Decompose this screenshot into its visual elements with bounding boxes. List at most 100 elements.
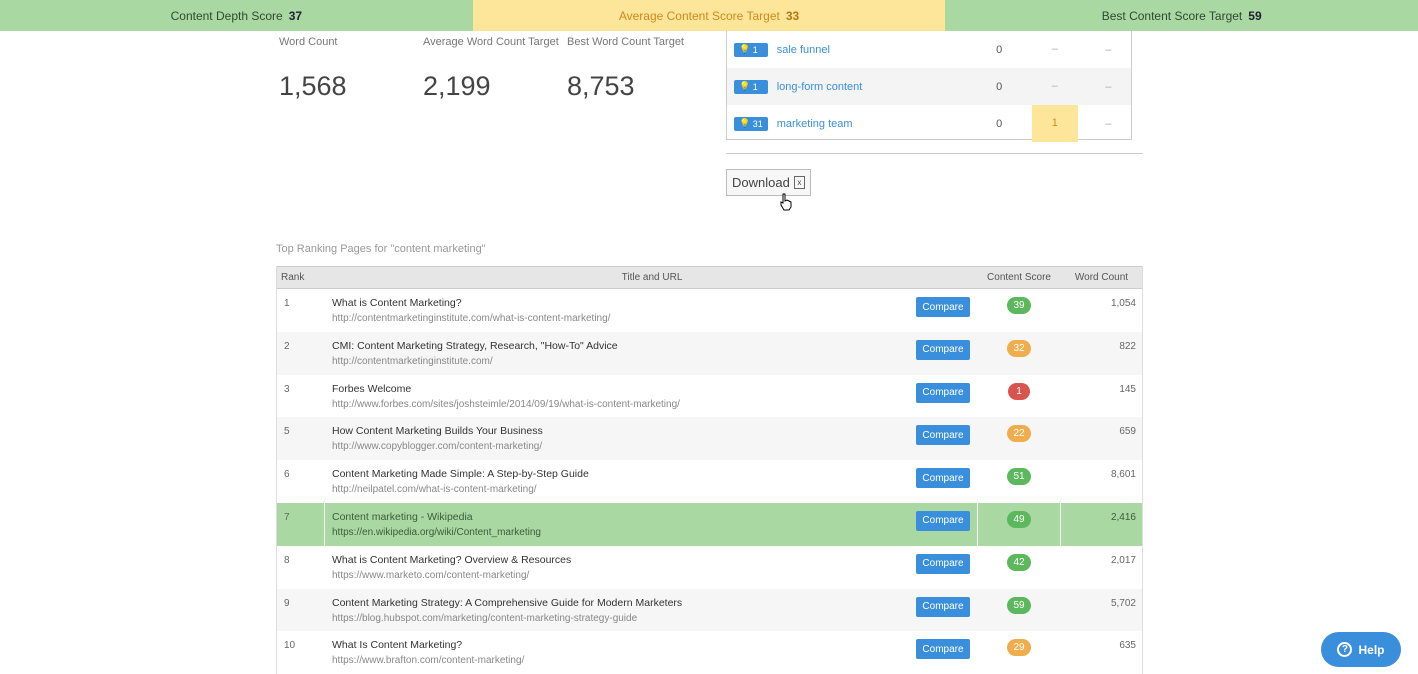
keyword-average: 1 <box>1032 105 1078 142</box>
word-count-cell: 8,601 <box>1110 469 1136 481</box>
keyword-link[interactable]: sale funnel <box>777 44 987 56</box>
content-score-cell: 51 <box>978 460 1061 503</box>
best-content-score-target: Best Content Score Target 59 <box>945 0 1418 31</box>
keyword-best: – <box>1105 80 1112 93</box>
help-button[interactable]: ? Help <box>1321 632 1401 667</box>
compare-button[interactable]: Compare <box>916 297 970 317</box>
page-url[interactable]: https://www.brafton.com/content-marketin… <box>332 655 911 666</box>
keyword-row: 💡 1 sale funnel 0 – – <box>727 31 1131 68</box>
page-url[interactable]: https://www.marketo.com/content-marketin… <box>332 570 911 581</box>
compare-button[interactable]: Compare <box>916 339 970 360</box>
title-header: Title and URL <box>621 272 683 283</box>
page-title: Forbes Welcome <box>332 382 412 395</box>
best-target-label: Best Content Score Target <box>1101 8 1243 23</box>
badge-value: 1 <box>752 81 758 92</box>
content-score-badge: 42 <box>1007 553 1031 571</box>
compare-cell: Compare <box>911 631 978 674</box>
compare-button[interactable]: Compare <box>916 553 970 574</box>
keyword-average: – <box>1051 43 1058 55</box>
rank-cell: 8 <box>284 554 290 566</box>
word-count-cell: 145 <box>1119 383 1136 395</box>
compare-cell: Compare <box>911 332 978 375</box>
stat-value: 2,199 <box>423 71 491 101</box>
word-count-cell: 2,416 <box>1110 511 1136 523</box>
keyword-link[interactable]: marketing team <box>777 118 987 130</box>
table-row: 9 Content Marketing Strategy: A Comprehen… <box>277 588 1142 632</box>
divider <box>726 153 1143 154</box>
content-score-cell: 1 <box>978 375 1061 418</box>
page-title: How Content Marketing Builds Your Busine… <box>332 425 543 438</box>
average-content-score-target: Average Content Score Target 33 <box>472 0 946 31</box>
content-score-badge: 51 <box>1007 468 1031 486</box>
page-title: Content Marketing Strategy: A Comprehens… <box>332 596 683 609</box>
title-cell: CMI: Content Marketing Strategy, Researc… <box>325 332 911 375</box>
page-url[interactable]: https://en.wikipedia.org/wiki/Content_ma… <box>332 527 911 538</box>
content-score-cell: 42 <box>978 546 1061 589</box>
rank-cell: 7 <box>277 502 325 546</box>
table-row: 1 What is Content Marketing? http://conten… <box>277 289 1142 332</box>
hand-cursor-icon <box>780 193 792 211</box>
content-score-header: Content Score <box>987 272 1051 283</box>
page-title: What Is Content Marketing? <box>332 639 463 652</box>
title-cell: Content Marketing Made Simple: A Step-by… <box>325 460 911 503</box>
page-url[interactable]: http://contentmarketinginstitute.com/ <box>332 356 911 367</box>
rank-cell: 3 <box>284 383 290 395</box>
compare-button[interactable]: Compare <box>916 468 970 489</box>
stat-value: 8,753 <box>567 71 635 101</box>
average-target-value: 33 <box>785 8 800 23</box>
keyword-best: – <box>1105 117 1112 130</box>
download-button[interactable]: Download x <box>726 169 811 196</box>
word-count-stats: Word Count 1,568 Average Word Count Targ… <box>279 35 711 102</box>
content-depth-score: Content Depth Score 37 <box>0 0 473 31</box>
compare-button[interactable]: Compare <box>916 596 970 617</box>
compare-button[interactable]: Compare <box>916 425 970 446</box>
compare-cell: Compare <box>911 460 978 503</box>
table-row: 8 What is Content Marketing? Overview & R… <box>277 546 1142 589</box>
keyword-best: – <box>1105 43 1112 56</box>
content-score-cell: 49 <box>978 502 1061 546</box>
word-count-cell: 1,054 <box>1110 298 1136 309</box>
word-count-stat: Word Count 1,568 <box>279 35 423 102</box>
title-cell: What is Content Marketing? Overview & Re… <box>325 546 911 589</box>
rank-cell: 5 <box>284 426 290 438</box>
compare-cell: Compare <box>911 289 978 332</box>
keyword-row: 💡 1 long-form content 0 – – <box>727 68 1131 105</box>
stat-label: Average Word Count Target <box>423 36 559 48</box>
keyword-count-badge: 💡 1 <box>734 42 768 57</box>
compare-button[interactable]: Compare <box>916 639 970 660</box>
rank-cell: 2 <box>284 340 290 352</box>
compare-cell: Compare <box>911 417 978 460</box>
page-url[interactable]: http://contentmarketinginstitute.com/wha… <box>332 313 911 324</box>
download-label: Download <box>732 175 790 190</box>
compare-cell: Compare <box>911 546 978 589</box>
badge-value: 1 <box>752 44 758 55</box>
title-cell: What is Content Marketing? http://content… <box>325 289 911 332</box>
compare-cell: Compare <box>911 375 978 418</box>
keyword-table: 💡 1 sale funnel 0 – – 💡 1 long-form cont… <box>726 31 1132 142</box>
page-url[interactable]: http://www.forbes.com/sites/joshsteimle/… <box>332 399 911 410</box>
title-cell: Content Marketing Strategy: A Comprehens… <box>325 589 911 632</box>
badge-value: 31 <box>752 118 763 129</box>
keyword-count-badge: 💡 1 <box>734 79 768 94</box>
help-label: Help <box>1358 642 1385 657</box>
content-score-cell: 59 <box>978 589 1061 632</box>
rank-cell: 1 <box>284 298 290 309</box>
word-count-cell: 2,017 <box>1110 554 1136 566</box>
word-count-cell: 5,702 <box>1110 597 1136 609</box>
content-score-cell: 32 <box>978 332 1061 375</box>
average-word-count-stat: Average Word Count Target 2,199 <box>423 35 567 102</box>
table-row: 3 Forbes Welcome http://www.forbes.com/sit… <box>277 375 1142 418</box>
keyword-link[interactable]: long-form content <box>777 81 987 93</box>
content-score-badge: 59 <box>1007 596 1031 614</box>
keyword-usage: 0 <box>996 43 1003 56</box>
page-title: CMI: Content Marketing Strategy, Researc… <box>332 339 618 352</box>
page-url[interactable]: http://neilpatel.com/what-is-content-mar… <box>332 484 911 495</box>
top-ranking-pages-table: Rank Title and URL Content Score Word Co… <box>276 266 1143 674</box>
content-score-cell: 22 <box>978 417 1061 460</box>
compare-button[interactable]: Compare <box>916 382 970 403</box>
compare-button[interactable]: Compare <box>916 510 970 531</box>
page-url[interactable]: http://www.copyblogger.com/content-marke… <box>332 441 911 452</box>
keyword-count-badge: 💡 31 <box>734 116 768 131</box>
page-url[interactable]: https://blog.hubspot.com/marketing/conte… <box>332 613 911 624</box>
content-score-cell: 39 <box>978 289 1061 332</box>
